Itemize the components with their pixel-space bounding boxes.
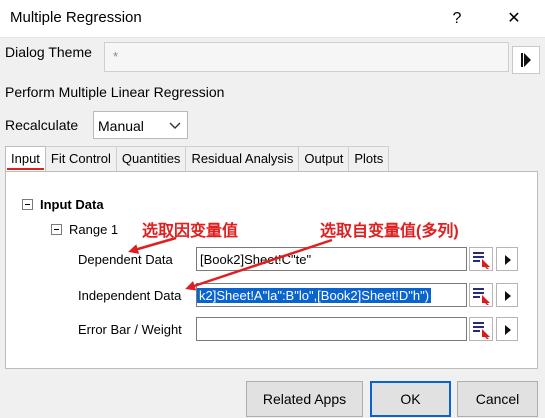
annotation-arrows [128, 236, 333, 291]
independent-arrow [185, 238, 333, 291]
dependent-arrow [128, 236, 177, 254]
cancel-button[interactable]: Cancel [457, 381, 538, 417]
related-apps-button[interactable]: Related Apps [246, 381, 363, 417]
ok-button[interactable]: OK [370, 381, 451, 417]
